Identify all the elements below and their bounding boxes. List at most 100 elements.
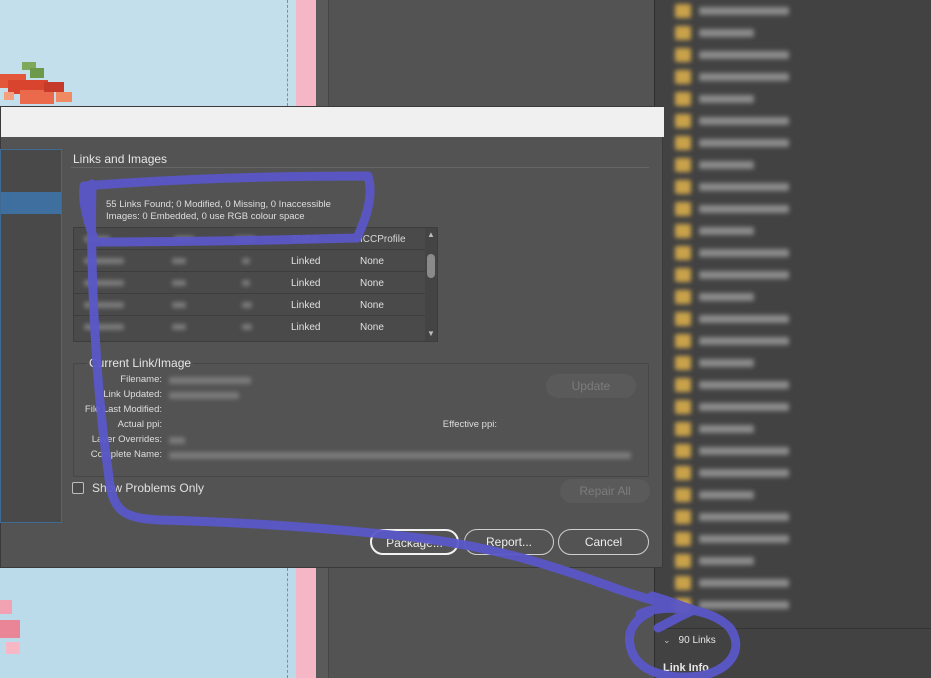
link-name [699,513,789,521]
links-table: Status ICCProfile Linked None Linked Non… [73,227,438,342]
package-dialog: Links and Images 55 Links Found; 0 Modif… [0,106,664,568]
link-name [699,425,754,433]
link-name [699,293,754,301]
link-row[interactable] [655,264,931,286]
link-info-header[interactable]: Link Info [655,656,931,678]
link-thumbnail [675,334,691,348]
link-name [699,601,789,609]
link-row[interactable] [655,506,931,528]
scroll-up-icon[interactable]: ▲ [425,230,437,240]
link-row[interactable] [655,66,931,88]
link-updated-label: Link Updated: [103,389,162,400]
link-thumbnail [675,4,691,18]
link-name [699,579,789,587]
link-row[interactable] [655,132,931,154]
bleed-strip-bottom [296,568,316,678]
column-header-status[interactable]: Status [291,234,319,245]
document-artwork-bottom [0,600,20,654]
report-button[interactable]: Report... [464,529,554,555]
link-row[interactable] [655,110,931,132]
chevron-down-icon[interactable]: ⌄ [663,635,671,646]
blurred-cells [74,272,272,294]
link-thumbnail [675,180,691,194]
link-thumbnail [675,70,691,84]
show-problems-only[interactable]: Show Problems Only [72,481,204,495]
blurred-cells [74,250,272,272]
summary-images: Images: 0 Embedded, 0 use RGB colour spa… [106,211,305,222]
link-row[interactable] [655,396,931,418]
link-row[interactable] [655,176,931,198]
link-row[interactable] [655,528,931,550]
links-list[interactable] [655,0,931,625]
package-button[interactable]: Package... [370,529,459,555]
link-row[interactable] [655,440,931,462]
link-row[interactable] [655,594,931,616]
links-panel: ⌄ 90 Links Link Info [654,0,931,678]
link-row[interactable] [655,484,931,506]
link-thumbnail [675,246,691,260]
sidebar-item-links-and-images[interactable] [1,192,61,214]
link-thumbnail [675,48,691,62]
document-artwork-bird [0,62,72,104]
link-thumbnail [675,224,691,238]
link-row[interactable] [655,242,931,264]
repair-all-button[interactable]: Repair All [560,479,650,503]
scroll-thumb[interactable] [427,254,435,278]
update-button[interactable]: Update [546,374,636,398]
dialog-titlebar[interactable] [1,107,664,137]
link-name [699,139,789,147]
link-row[interactable] [655,374,931,396]
link-row[interactable] [655,352,931,374]
link-name [699,205,789,213]
scroll-down-icon[interactable]: ▼ [425,329,437,339]
column-header-icc-profile[interactable]: ICCProfile [360,234,406,245]
cancel-button[interactable]: Cancel [558,529,649,555]
link-row[interactable] [655,0,931,22]
cell-status: Linked [291,322,321,333]
show-problems-label[interactable]: Show Problems Only [92,481,204,495]
links-count-bar[interactable]: ⌄ 90 Links [655,628,931,652]
link-thumbnail [675,356,691,370]
link-name [699,535,789,543]
table-scrollbar[interactable]: ▲ ▼ [425,228,437,341]
link-row[interactable] [655,88,931,110]
cell-icc-profile: None [360,300,384,311]
table-row[interactable]: Linked None [74,294,426,316]
link-row[interactable] [655,198,931,220]
link-row[interactable] [655,286,931,308]
link-name [699,469,789,477]
table-row[interactable]: Linked None [74,272,426,294]
link-row[interactable] [655,220,931,242]
link-row[interactable] [655,330,931,352]
cell-status: Linked [291,256,321,267]
link-name [699,403,789,411]
link-row[interactable] [655,572,931,594]
link-row[interactable] [655,154,931,176]
layer-overrides-value [169,437,185,444]
show-problems-checkbox[interactable] [72,482,84,494]
link-row[interactable] [655,462,931,484]
link-row[interactable] [655,44,931,66]
bleed-strip-top [296,0,316,106]
link-thumbnail [675,510,691,524]
table-row[interactable]: Linked None [74,250,426,272]
cell-icc-profile: None [360,256,384,267]
link-thumbnail [675,268,691,282]
link-thumbnail [675,136,691,150]
link-name [699,557,754,565]
link-row[interactable] [655,22,931,44]
link-name [699,491,754,499]
filename-label: Filename: [120,374,162,385]
cell-status: Linked [291,300,321,311]
current-link-title: Current Link/Image [87,356,194,370]
link-name [699,359,754,367]
link-row[interactable] [655,308,931,330]
link-thumbnail [675,158,691,172]
link-thumbnail [675,400,691,414]
table-row[interactable]: Linked None [74,316,426,338]
link-row[interactable] [655,418,931,440]
link-row[interactable] [655,550,931,572]
summary-links: 55 Links Found; 0 Modified, 0 Missing, 0… [106,199,331,210]
link-name [699,29,754,37]
link-name [699,95,754,103]
